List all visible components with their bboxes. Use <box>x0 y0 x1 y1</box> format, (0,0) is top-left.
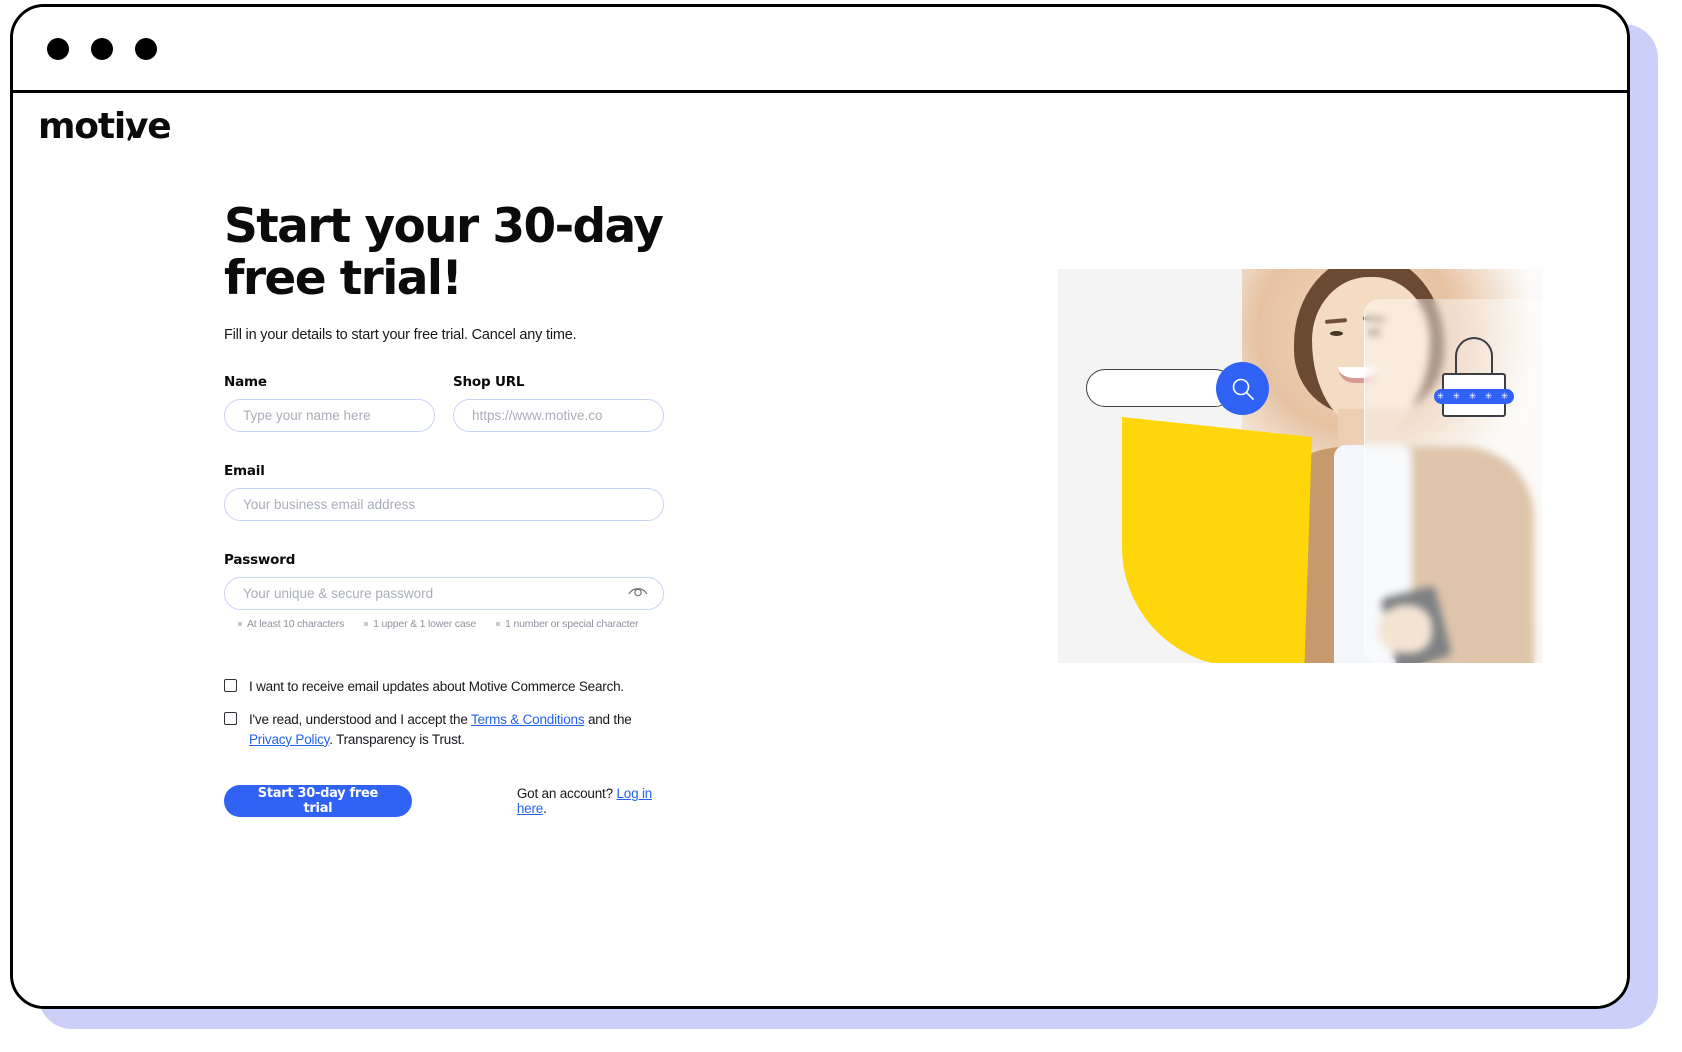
password-rule-text: 1 upper & 1 lower case <box>373 618 477 631</box>
brand-logo-text-e: e <box>147 106 171 147</box>
window-dot-minimize-icon[interactable] <box>91 37 113 60</box>
marketing-consent-label: I want to receive email updates about Mo… <box>249 679 624 695</box>
start-free-trial-button[interactable]: Start 30-day free trial <box>224 785 412 818</box>
email-input[interactable] <box>224 488 664 522</box>
hero-yellow-wedge <box>1122 417 1312 663</box>
window-dot-close-icon[interactable] <box>47 37 69 60</box>
password-rule-item: 1 upper & 1 lower case <box>364 618 476 630</box>
hero-eye-left <box>1330 331 1343 336</box>
hero-search-bar <box>1086 369 1234 407</box>
marketing-consent-checkbox[interactable] <box>224 679 237 693</box>
privacy-policy-link[interactable]: Privacy Policy <box>249 732 329 747</box>
brand-logo[interactable]: motiv e <box>38 106 172 147</box>
window-dot-maximize-icon[interactable] <box>135 37 157 60</box>
page-title: Start your 30-day free trial! <box>224 199 664 306</box>
search-icon <box>1216 362 1269 415</box>
shop-url-label: Shop URL <box>453 374 525 391</box>
password-rule-text: 1 number or special character <box>505 618 639 631</box>
lock-shackle <box>1455 337 1493 377</box>
terms-consent-label: I've read, understood and I accept the T… <box>249 710 664 751</box>
browser-titlebar <box>13 7 1627 93</box>
name-and-url-row: Name Shop URL <box>224 374 664 433</box>
app-root: motiv e Start your 30-day free trial! Fil… <box>0 0 1682 1052</box>
terms-middle-text: and the <box>584 711 632 727</box>
shop-url-input[interactable] <box>453 399 664 433</box>
name-label: Name <box>224 374 267 391</box>
actions-row: Start 30-day free trial Got an account? … <box>224 785 664 818</box>
signup-panel: Start your 30-day free trial! Fill in yo… <box>224 199 664 818</box>
password-input-wrap <box>224 577 664 611</box>
hero-illustration: ✳ ✳ ✳ ✳ ✳ <box>1058 269 1542 663</box>
brand-logo-v: v <box>125 106 148 147</box>
shop-url-field-group: Shop URL <box>453 374 664 433</box>
brand-logo-text-a: moti <box>38 106 126 147</box>
page-body: motiv e Start your 30-day free trial! Fil… <box>13 93 1627 1006</box>
terms-consent-row: I've read, understood and I accept the T… <box>224 710 664 751</box>
browser-window: motiv e Start your 30-day free trial! Fil… <box>10 4 1630 1009</box>
lock-icon: ✳ ✳ ✳ ✳ ✳ <box>1434 337 1514 417</box>
consent-block: I want to receive email updates about Mo… <box>224 677 664 750</box>
name-field-group: Name <box>224 374 435 433</box>
password-label: Password <box>224 552 296 569</box>
password-rule-text: At least 10 characters <box>247 618 345 631</box>
password-field-group: Password Your unique & secure password A… <box>224 552 664 630</box>
name-input[interactable] <box>224 399 435 433</box>
terms-consent-checkbox[interactable] <box>224 711 237 725</box>
terms-prefix-text: I've read, understood and I accept the <box>249 711 471 727</box>
password-row: Password Your unique & secure password A… <box>224 552 664 630</box>
login-prompt-suffix: . <box>543 801 547 817</box>
bullet-icon <box>496 622 501 627</box>
terms-suffix-text: . Transparency is Trust. <box>329 731 465 747</box>
page-subtitle: Fill in your details to start your free … <box>224 327 577 344</box>
marketing-consent-row: I want to receive email updates about Mo… <box>224 677 664 697</box>
email-field-group: Email <box>224 463 664 522</box>
terms-and-conditions-link[interactable]: Terms & Conditions <box>471 712 585 727</box>
lock-password-band: ✳ ✳ ✳ ✳ ✳ <box>1434 389 1514 404</box>
bullet-icon <box>364 622 369 627</box>
login-prompt-text: Got an account? <box>516 786 617 802</box>
email-label: Email <box>224 463 265 480</box>
password-rules-list: At least 10 characters 1 upper & 1 lower… <box>224 618 664 630</box>
password-rule-item: 1 number or special character <box>496 618 638 630</box>
eye-icon[interactable] <box>628 584 648 602</box>
password-rule-item: At least 10 characters <box>238 618 344 630</box>
bullet-icon <box>238 622 242 627</box>
email-row: Email <box>224 463 664 522</box>
login-prompt: Got an account? Log in here. <box>517 786 664 816</box>
password-input[interactable] <box>224 577 664 611</box>
